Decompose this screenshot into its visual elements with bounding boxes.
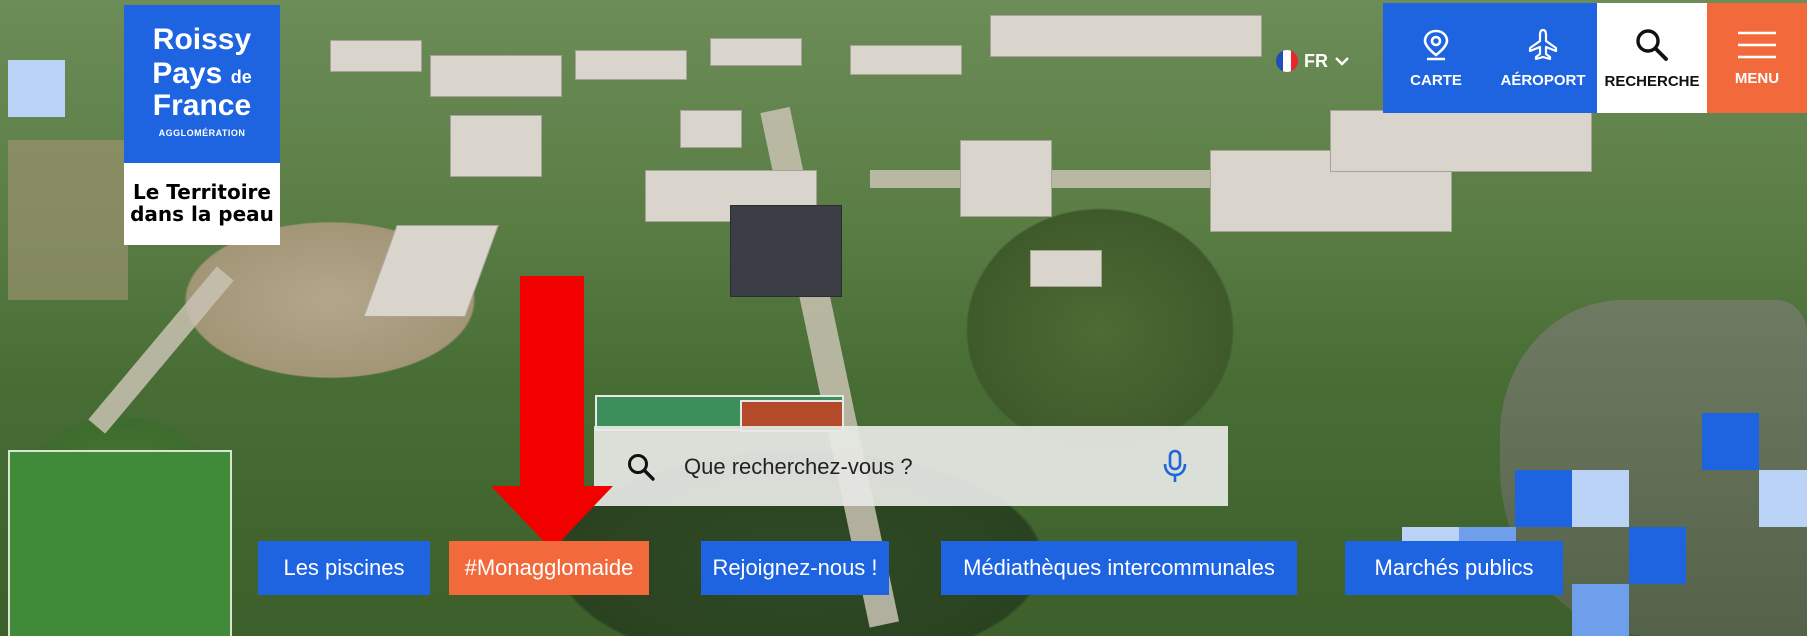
french-flag-icon: [1276, 50, 1298, 72]
microphone-icon[interactable]: [1160, 448, 1190, 484]
hamburger-icon: [1738, 31, 1776, 58]
menu-button[interactable]: MENU: [1707, 3, 1807, 113]
slogan-line1: Le Territoire: [133, 180, 271, 204]
airplane-icon: [1528, 28, 1558, 60]
slogan-line2: dans la peau: [130, 202, 274, 226]
search-icon: [628, 454, 655, 481]
red-arrow-annotation: [491, 276, 613, 550]
quick-link-marches-publics[interactable]: Marchés publics: [1345, 541, 1563, 595]
search-icon: [1636, 28, 1668, 61]
quick-link-rejoignez-nous[interactable]: Rejoignez-nous !: [701, 541, 889, 595]
decor-square: [1702, 413, 1759, 470]
logo-slogan: Le Territoire dans la peau: [124, 163, 280, 245]
building: [450, 115, 542, 177]
logo-line1: Roissy: [152, 23, 252, 56]
language-code: FR: [1304, 50, 1328, 71]
decor-square: [1572, 584, 1629, 636]
quick-link-mediatheques[interactable]: Médiathèques intercommunales: [941, 541, 1297, 595]
airport-button[interactable]: AÉROPORT: [1489, 3, 1597, 113]
logo-brand-block: Roissy Pays de France AGGLOMÉRATION: [124, 5, 280, 163]
building: [430, 55, 562, 97]
menu-button-label: MENU: [1734, 69, 1780, 87]
decor-square: [1629, 527, 1686, 584]
search-nav-label: RECHERCHE: [1604, 72, 1700, 90]
quick-link-piscines[interactable]: Les piscines: [258, 541, 430, 595]
building: [575, 50, 687, 80]
building: [850, 45, 962, 75]
ground: [8, 140, 128, 300]
map-button[interactable]: CARTE: [1383, 3, 1489, 113]
building: [960, 140, 1052, 217]
building: [990, 15, 1262, 57]
search-bar[interactable]: Que recherchez-vous ?: [594, 426, 1228, 506]
chevron-down-icon: [1335, 57, 1349, 66]
football-field: [8, 450, 232, 636]
search-input[interactable]: Que recherchez-vous ?: [684, 454, 913, 480]
building: [1030, 250, 1102, 287]
logo-line3: France: [152, 89, 252, 122]
building: [680, 110, 742, 148]
logo-line4: AGGLOMÉRATION: [158, 128, 246, 138]
building: [710, 38, 802, 66]
airport-button-label: AÉROPORT: [1500, 71, 1586, 89]
building: [363, 225, 499, 317]
decor-square: [1572, 470, 1629, 527]
map-pin-icon: [1423, 29, 1449, 60]
site-logo[interactable]: Roissy Pays de France AGGLOMÉRATION Le T…: [124, 5, 280, 245]
search-nav-button[interactable]: RECHERCHE: [1597, 3, 1707, 113]
quick-link-monagglomaide[interactable]: #Monagglomaide: [449, 541, 649, 595]
map-button-label: CARTE: [1410, 71, 1462, 89]
language-selector[interactable]: FR: [1276, 48, 1350, 74]
building: [330, 40, 422, 72]
building: [730, 205, 842, 297]
decor-square: [8, 60, 65, 117]
building: [1330, 110, 1592, 172]
decor-square: [1515, 470, 1572, 527]
road: [870, 170, 1250, 188]
top-navigation: CARTE AÉROPORT RECHERCHE MENU: [1383, 3, 1807, 113]
logo-line2: Pays de: [152, 57, 252, 90]
decor-square: [1759, 470, 1807, 527]
